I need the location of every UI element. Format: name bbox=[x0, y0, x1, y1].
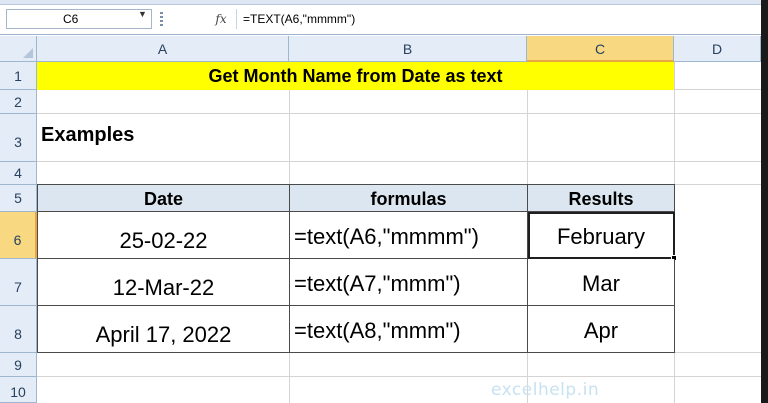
worksheet-grid: A B C D 1 2 3 4 5 6 7 8 9 10 Get Month N… bbox=[0, 36, 761, 403]
column-header-d[interactable]: D bbox=[674, 36, 761, 62]
header-date[interactable]: Date bbox=[37, 184, 290, 212]
insert-function-button[interactable]: fx bbox=[211, 9, 231, 29]
formula-input[interactable]: =TEXT(A6,"mmmm") bbox=[236, 9, 756, 29]
cell-c8-result[interactable]: Apr bbox=[528, 306, 675, 353]
cell-b7-formula[interactable]: =text(A7,"mmm") bbox=[290, 259, 528, 306]
chevron-down-icon[interactable]: ▼ bbox=[138, 9, 147, 19]
column-header-b[interactable]: B bbox=[289, 36, 527, 62]
row-header-7[interactable]: 7 bbox=[0, 259, 37, 306]
window-shadow bbox=[761, 0, 768, 403]
row-header-2[interactable]: 2 bbox=[0, 90, 37, 114]
row-header-3[interactable]: 3 bbox=[0, 114, 37, 162]
row-header-4[interactable]: 4 bbox=[0, 162, 37, 185]
select-all-button[interactable] bbox=[0, 36, 37, 62]
watermark-text: excelhelp.in bbox=[491, 380, 600, 400]
header-formulas[interactable]: formulas bbox=[290, 184, 528, 212]
cell-c6-result[interactable]: February bbox=[528, 212, 675, 259]
cell-a8-date[interactable]: April 17, 2022 bbox=[37, 306, 290, 353]
column-header-c[interactable]: C bbox=[527, 36, 674, 62]
row-header-8[interactable]: 8 bbox=[0, 306, 37, 353]
formula-bar: C6 ▼ fx =TEXT(A6,"mmmm") bbox=[0, 5, 761, 35]
row-header-9[interactable]: 9 bbox=[0, 353, 37, 377]
cell-b6-formula[interactable]: =text(A6,"mmmm") bbox=[290, 212, 528, 259]
examples-heading: Examples bbox=[41, 124, 135, 146]
header-results[interactable]: Results bbox=[528, 184, 675, 212]
cell-a6-date[interactable]: 25-02-22 bbox=[37, 212, 290, 259]
cell-b8-formula[interactable]: =text(A8,"mmm") bbox=[290, 306, 528, 353]
spreadsheet-window: C6 ▼ fx =TEXT(A6,"mmmm") A B C D 1 2 3 4… bbox=[0, 0, 761, 403]
cell-c7-result[interactable]: Mar bbox=[528, 259, 675, 306]
sheet-title: Get Month Name from Date as text bbox=[37, 62, 674, 90]
row-header-10[interactable]: 10 bbox=[0, 377, 37, 403]
name-box[interactable]: C6 bbox=[6, 9, 152, 29]
row-header-6[interactable]: 6 bbox=[0, 212, 37, 259]
cell-a7-date[interactable]: 12-Mar-22 bbox=[37, 259, 290, 306]
row-header-1[interactable]: 1 bbox=[0, 62, 37, 90]
resize-handle-icon[interactable] bbox=[160, 12, 163, 26]
column-header-a[interactable]: A bbox=[37, 36, 289, 62]
row-header-5[interactable]: 5 bbox=[0, 185, 37, 212]
cell-area[interactable]: Get Month Name from Date as text Example… bbox=[37, 62, 761, 403]
